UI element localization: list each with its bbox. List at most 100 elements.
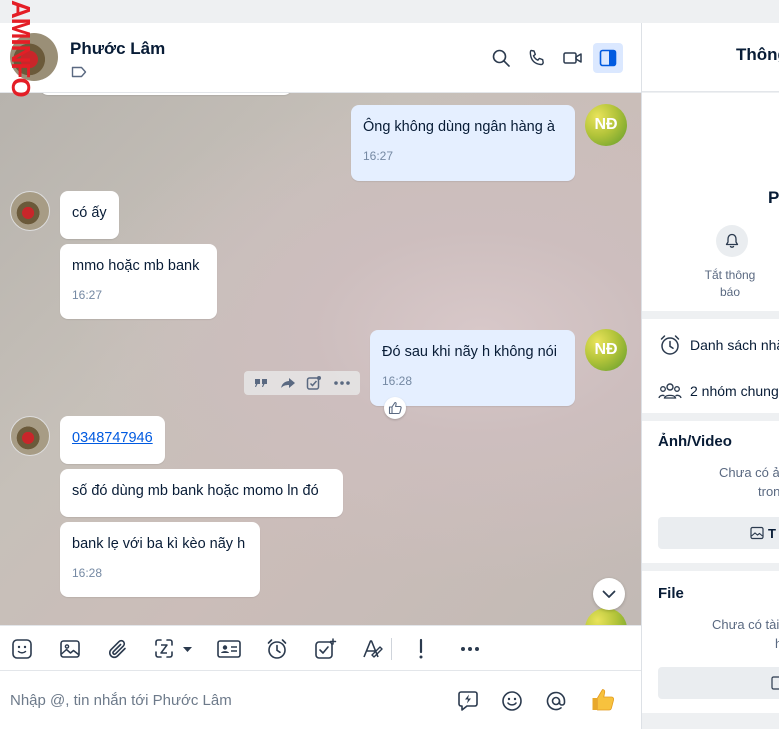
message-bubble-incoming[interactable]: số đó dùng mb bank hoặc momo ln đó bbox=[60, 469, 343, 517]
sidebar-panel-icon bbox=[599, 49, 617, 67]
send-like-button[interactable] bbox=[589, 686, 617, 714]
voice-call-button[interactable] bbox=[522, 43, 552, 73]
common-groups-label: 2 nhóm chung bbox=[690, 383, 779, 399]
video-icon bbox=[563, 52, 582, 64]
sticker-icon bbox=[12, 639, 32, 659]
text-format-button[interactable] bbox=[360, 636, 386, 662]
reaction-button[interactable] bbox=[384, 397, 406, 419]
my-avatar[interactable]: NĐ bbox=[585, 329, 627, 371]
file-section: File Chưa có tài h bbox=[642, 571, 779, 713]
task-checkbox-icon bbox=[315, 638, 337, 659]
emoji-icon bbox=[502, 691, 522, 711]
composer bbox=[0, 671, 641, 729]
image-icon bbox=[60, 640, 80, 658]
contact-name[interactable]: Phước Lâm bbox=[70, 39, 165, 59]
message-list[interactable]: NĐ Ông không dùng ngân hàng à 16:27 có ấ… bbox=[0, 93, 641, 625]
profile-name: P bbox=[768, 188, 779, 207]
clock-icon bbox=[660, 335, 680, 355]
message-bubble-incoming[interactable]: mmo hoặc mb bank 16:27 bbox=[60, 244, 217, 319]
tag-icon[interactable] bbox=[71, 66, 87, 78]
phone-number-link[interactable]: 0348747946 bbox=[72, 430, 153, 446]
search-button[interactable] bbox=[486, 43, 516, 73]
app-window: AMINFO Phước Lâm NĐ Ông không dùng ngân … bbox=[0, 0, 779, 729]
shortcuts-section: Danh sách nhắ 2 nhóm chung bbox=[642, 319, 779, 413]
file-icon bbox=[771, 676, 779, 690]
contact-avatar-small[interactable] bbox=[10, 416, 50, 456]
message-text: số đó dùng mb bank hoặc momo ln đó bbox=[72, 483, 319, 499]
info-header: Thông bbox=[642, 23, 779, 92]
more-options-button[interactable] bbox=[457, 636, 483, 662]
group-icon bbox=[658, 383, 682, 399]
mark-urgent-button[interactable] bbox=[408, 636, 434, 662]
mute-button[interactable] bbox=[716, 225, 748, 257]
video-call-button[interactable] bbox=[558, 43, 588, 73]
message-bubble-incoming[interactable]: 0348747946 bbox=[60, 416, 165, 464]
media-empty-line1: Chưa có ả bbox=[719, 465, 779, 480]
previous-message-bubble[interactable] bbox=[40, 93, 292, 95]
reminder-list-label: Danh sách nhắ bbox=[690, 337, 779, 353]
search-icon bbox=[492, 49, 510, 67]
file-heading: File bbox=[658, 585, 684, 602]
quote-icon[interactable] bbox=[253, 375, 269, 391]
common-groups-item[interactable]: 2 nhóm chung bbox=[658, 381, 779, 401]
reminder-button[interactable] bbox=[264, 636, 290, 662]
composer-toolbar bbox=[0, 625, 641, 671]
toolbar-separator bbox=[391, 638, 392, 660]
emoji-button[interactable] bbox=[499, 688, 525, 714]
quick-message-button[interactable] bbox=[455, 688, 481, 714]
mute-label: Tắt thông báo bbox=[704, 268, 756, 299]
message-time: 16:27 bbox=[363, 149, 394, 163]
message-bubble-incoming[interactable]: bank lẹ với ba kì kèo nãy h 16:28 bbox=[60, 522, 260, 597]
message-text: bank lẹ với ba kì kèo nãy h bbox=[72, 536, 246, 552]
message-time: 16:28 bbox=[72, 566, 103, 580]
media-section: Ảnh/Video Chưa có ả tron T bbox=[642, 421, 779, 563]
toggle-info-panel-button[interactable] bbox=[593, 43, 623, 73]
message-bubble-outgoing[interactable]: Đó sau khi nãy h không nói 16:28 bbox=[370, 330, 575, 406]
sticker-button[interactable] bbox=[9, 636, 35, 662]
chat-header: Phước Lâm bbox=[0, 23, 641, 93]
task-icon[interactable] bbox=[306, 375, 322, 391]
watermark: AMINFO bbox=[6, 0, 36, 97]
file-empty-line1: Chưa có tài bbox=[712, 617, 779, 632]
message-bubble-incoming[interactable]: có ấy bbox=[60, 191, 119, 239]
contact-card-icon bbox=[217, 640, 241, 658]
contact-avatar-small[interactable] bbox=[10, 191, 50, 231]
my-avatar bbox=[585, 608, 627, 625]
scroll-to-bottom-button[interactable] bbox=[593, 578, 625, 610]
image-icon bbox=[750, 526, 764, 540]
paperclip-icon bbox=[108, 639, 126, 659]
screenshot-icon bbox=[155, 639, 192, 658]
message-text: có ấy bbox=[72, 205, 107, 221]
reminder-list-item[interactable]: Danh sách nhắ bbox=[658, 333, 779, 357]
message-time: 16:28 bbox=[382, 374, 413, 388]
message-bubble-outgoing[interactable]: Ông không dùng ngân hàng à 16:27 bbox=[351, 105, 575, 181]
more-icon[interactable] bbox=[333, 375, 351, 391]
message-text: mmo hoặc mb bank bbox=[72, 258, 200, 274]
at-sign-icon bbox=[546, 691, 566, 711]
file-empty-line2: h bbox=[775, 634, 779, 653]
screenshot-button[interactable] bbox=[152, 636, 196, 662]
text-format-icon bbox=[363, 640, 383, 658]
top-strip bbox=[0, 0, 779, 23]
alarm-clock-icon bbox=[267, 639, 287, 659]
assign-task-button[interactable] bbox=[312, 636, 338, 662]
message-actions-bar bbox=[244, 371, 360, 395]
forward-icon[interactable] bbox=[280, 375, 296, 391]
message-text: Ông không dùng ngân hàng à bbox=[363, 119, 555, 135]
thumbs-up-icon bbox=[388, 401, 402, 415]
message-text: Đó sau khi nãy h không nói bbox=[382, 344, 557, 360]
message-input[interactable] bbox=[10, 687, 430, 713]
thumbs-up-icon bbox=[592, 689, 615, 711]
view-all-files-button[interactable] bbox=[658, 667, 779, 699]
quick-message-icon bbox=[458, 691, 478, 711]
phone-icon bbox=[529, 49, 544, 66]
exclamation-icon bbox=[419, 638, 423, 659]
image-button[interactable] bbox=[57, 636, 83, 662]
my-avatar[interactable]: NĐ bbox=[585, 104, 627, 146]
attach-file-button[interactable] bbox=[105, 636, 131, 662]
conversation-info-panel: Thông P Tắt thông báo Danh sách nhắ 2 nh… bbox=[641, 23, 779, 729]
mention-button[interactable] bbox=[543, 688, 569, 714]
contact-card-button[interactable] bbox=[216, 636, 242, 662]
media-heading: Ảnh/Video bbox=[658, 433, 732, 450]
view-all-media-button[interactable]: T bbox=[658, 517, 779, 549]
